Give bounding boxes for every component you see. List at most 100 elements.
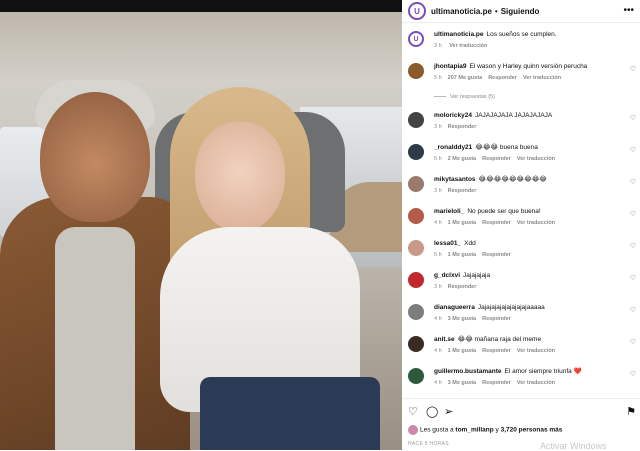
separator-dot: • [494,6,498,16]
reply-button[interactable]: Responder [482,156,511,162]
heart-icon[interactable]: ♡ [630,370,636,378]
comment-content: 😂😂😂😂😂😂😂😂😂 [478,176,547,183]
heart-icon[interactable]: ♡ [408,405,418,418]
heart-icon[interactable]: ♡ [630,210,636,218]
reply-button[interactable]: Responder [482,348,511,354]
comment-likes[interactable]: 207 Me gusta [448,75,483,81]
reply-button[interactable]: Responder [448,284,477,290]
caption-username[interactable]: ultimanoticia.pe [434,31,483,38]
reply-button[interactable]: Responder [482,380,511,386]
caption-translate-link[interactable]: Ver traducción [449,43,487,49]
comment-meta: 4 h 1 Me gusta Responder Ver traducción [434,220,561,226]
comment-likes[interactable]: 1 Me gusta [448,220,476,226]
comment-time: 4 h [434,220,442,226]
translate-link[interactable]: Ver traducción [517,220,555,226]
reply-button[interactable]: Responder [482,220,511,226]
comment-likes[interactable]: 3 Me gusta [448,380,476,386]
car-roof [0,12,402,82]
comment-username[interactable]: g_dclxvi [434,272,460,279]
comment-text: g_dclxvi Jajajajaja [434,271,624,280]
comment-item: anit.se 😂😂 mañana raja del meme 4 h 1 Me gu… [408,333,636,363]
comment-text: anit.se 😂😂 mañana raja del meme [434,335,624,344]
post-photo[interactable] [0,12,402,450]
comment-likes[interactable]: 1 Me gusta [448,252,476,258]
translate-link[interactable]: Ver traducción [517,380,555,386]
comment-text: guillermo.bustamante El amor siempre triu… [434,367,624,376]
caption-time: 3 h [434,43,442,49]
heart-icon[interactable]: ♡ [630,146,636,154]
caption: U ultimanoticia.pe Los sueños se cumplen.… [408,28,636,58]
post-time: HACE 5 HORAS [408,441,449,447]
more-icon[interactable]: ••• [623,5,634,16]
comment-time: 5 h [434,156,442,162]
account-username[interactable]: ultimanoticia.pe [431,7,492,16]
comment-text: moloricky24 JAJAJAJAJA JAJAJAJAJA [434,111,624,120]
actions-bar: ♡ ◯ ➢ ⚑ [408,405,636,419]
instagram-post-view: U ultimanoticia.pe • Siguiendo ••• U ult… [0,0,640,451]
share-icon[interactable]: ➢ [444,405,453,418]
actions-divider [402,398,640,399]
comment-content: 😂😂 mañana raja del meme [457,336,542,343]
comment-text: _ronalddy21 😂😂😂 buena buena [434,143,624,152]
heart-icon[interactable]: ♡ [630,274,636,282]
translate-link[interactable]: Ver traducción [517,348,555,354]
heart-icon[interactable]: ♡ [630,306,636,314]
heart-icon[interactable]: ♡ [630,178,636,186]
comment-avatar[interactable] [408,208,424,224]
heart-icon[interactable]: ♡ [630,65,636,73]
comment-username[interactable]: anit.se [434,336,455,343]
heart-icon[interactable]: ♡ [630,338,636,346]
comment-likes[interactable]: 2 Me gusta [448,156,476,162]
comment-username[interactable]: mikytasantos [434,176,476,183]
comment-username[interactable]: moloricky24 [434,112,472,119]
account-avatar[interactable]: U [408,2,426,20]
comment-avatar[interactable] [408,368,424,384]
comment-text: lessa01_ Xdd [434,239,624,248]
comment-avatar[interactable] [408,304,424,320]
comment-username[interactable]: _ronalddy21 [434,144,472,151]
comment-avatar[interactable] [408,112,424,128]
comment-avatar[interactable] [408,63,424,79]
heart-icon[interactable]: ♡ [630,242,636,250]
likes-count[interactable]: 3,720 personas más [501,427,563,434]
comment-username[interactable]: marieloli_ [434,208,464,215]
translate-link[interactable]: Ver traducción [517,156,555,162]
view-replies-link[interactable]: Ver respuestas (5) [434,94,495,100]
liker-avatar [408,425,418,435]
woman-jeans [200,377,380,450]
following-button[interactable]: Siguiendo [501,7,540,16]
reply-button[interactable]: Responder [482,316,511,322]
heart-icon[interactable]: ♡ [630,114,636,122]
comment-avatar[interactable] [408,240,424,256]
reply-button[interactable]: Responder [482,252,511,258]
reply-button[interactable]: Responder [448,188,477,194]
comment-avatar[interactable] [408,336,424,352]
comment-username[interactable]: dianagueerra [434,304,475,311]
comment-username[interactable]: guillermo.bustamante [434,368,502,375]
likes-connector: y [495,426,499,434]
comment-item: dianagueerra Jajajajajajajajajajaaaaa 4 h 3… [408,301,636,331]
bookmark-icon[interactable]: ⚑ [626,405,636,418]
liker-username[interactable]: tom_millanp [455,427,493,434]
comment-time: 5 h [434,75,442,81]
translate-link[interactable]: Ver traducción [523,75,561,81]
comment-avatar[interactable] [408,272,424,288]
comment-icon[interactable]: ◯ [426,405,438,418]
comment-avatar[interactable] [408,176,424,192]
comment-meta: 4 h 3 Me gusta Responder [434,316,517,322]
comment-time: 3 h [434,284,442,290]
comment-content: Jajajajaja [463,272,491,279]
comment-text: jhontapia9 El wason y Harley quinn versió… [434,62,624,71]
top-bar [0,0,402,12]
comment-likes[interactable]: 1 Me gusta [448,348,476,354]
comment-likes[interactable]: 3 Me gusta [448,316,476,322]
reply-button[interactable]: Responder [488,75,517,81]
comment-meta: 4 h 1 Me gusta Responder Ver traducción [434,348,561,354]
reply-button[interactable]: Responder [448,124,477,130]
comment-meta: 3 h Responder [434,188,482,194]
comment-text: mikytasantos 😂😂😂😂😂😂😂😂😂 [434,175,624,184]
comment-username[interactable]: lessa01_ [434,240,461,247]
comment-avatar[interactable] [408,144,424,160]
comment-username[interactable]: jhontapia9 [434,63,467,70]
caption-avatar[interactable]: U [408,31,424,47]
